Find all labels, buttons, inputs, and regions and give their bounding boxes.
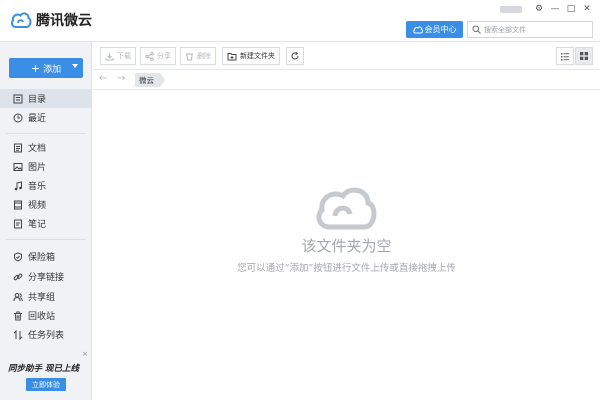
breadcrumb-root[interactable]: 微云	[135, 73, 165, 87]
video-icon	[14, 200, 22, 209]
share-button[interactable]: 分享	[140, 47, 176, 65]
list-view-icon	[561, 52, 569, 60]
add-button[interactable]: + 添加	[9, 58, 83, 78]
sidebar-item-music[interactable]: 音乐	[0, 176, 91, 195]
close-icon[interactable]: ✕	[580, 3, 594, 15]
sidebar-item-label: 音乐	[28, 182, 47, 192]
sidebar-item-directory[interactable]: 目录	[0, 89, 91, 108]
try-now-button[interactable]: 立即体验	[26, 378, 66, 391]
new-folder-icon	[227, 52, 237, 60]
sidebar-item-recent[interactable]: 最近	[0, 108, 91, 127]
sidebar-item-recycle-bin[interactable]: 回收站	[0, 306, 91, 325]
sidebar-item-video[interactable]: 视频	[0, 195, 91, 214]
delete-label: 删除	[197, 52, 211, 60]
title-bar: 腾讯微云 ⚙ — □ ✕ 会员中心	[0, 0, 600, 42]
share-icon	[145, 51, 154, 61]
music-icon	[14, 180, 22, 190]
sidebar-item-label: 笔记	[28, 220, 47, 230]
sidebar-item-images[interactable]: 图片	[0, 157, 91, 176]
empty-cloud-icon	[316, 187, 377, 230]
search-icon	[472, 25, 481, 34]
add-label: 添加	[43, 64, 62, 75]
refresh-button[interactable]	[286, 47, 304, 65]
sidebar-item-safe[interactable]: 保险箱	[0, 247, 91, 266]
refresh-icon	[291, 51, 299, 60]
vip-center-button[interactable]: 会员中心	[406, 21, 463, 38]
clock-icon	[13, 113, 23, 122]
new-folder-button[interactable]: 新建文件夹	[222, 47, 280, 65]
chevron-down-icon	[72, 64, 78, 68]
plus-icon: +	[30, 61, 41, 75]
toolbar: 下载 分享 删除 新建文件夹	[93, 42, 600, 70]
sidebar-item-label: 最近	[28, 114, 47, 124]
sidebar-item-label: 共享组	[28, 293, 56, 303]
download-button[interactable]: 下载	[100, 47, 136, 65]
app-name: 腾讯微云	[36, 13, 92, 29]
app-logo: 腾讯微云	[10, 10, 92, 30]
sidebar-item-task-list[interactable]: 任务列表	[0, 325, 91, 344]
download-icon	[105, 52, 114, 60]
document-icon	[14, 143, 22, 152]
grid-view-button[interactable]	[575, 47, 593, 65]
delete-button[interactable]: 删除	[180, 47, 216, 65]
download-label: 下载	[117, 52, 131, 60]
shield-icon	[14, 251, 22, 262]
grid-view-icon	[580, 52, 588, 60]
breadcrumb: ← → 微云	[93, 70, 600, 90]
sidebar-item-shared-groups[interactable]: 共享组	[0, 287, 91, 306]
sidebar-item-label: 视频	[28, 201, 47, 211]
delete-icon	[186, 53, 193, 60]
sidebar-item-label: 回收站	[28, 312, 56, 322]
sidebar-item-label: 文档	[28, 144, 47, 154]
share-label: 分享	[157, 52, 171, 60]
group-icon	[13, 292, 23, 301]
sidebar-item-documents[interactable]: 文档	[0, 138, 91, 157]
list-view-button[interactable]	[556, 47, 574, 65]
trash-icon	[14, 311, 22, 320]
sidebar-item-label: 目录	[28, 95, 47, 105]
back-arrow-icon[interactable]: ←	[99, 73, 107, 84]
promo-title: 同步助手 现已上线	[8, 364, 79, 374]
empty-title: 该文件夹为空	[301, 237, 392, 255]
sidebar-item-label: 图片	[28, 163, 47, 173]
vip-center-label: 会员中心	[424, 25, 457, 34]
gear-icon[interactable]: ⚙	[532, 3, 546, 15]
new-folder-label: 新建文件夹	[240, 52, 275, 60]
sync-assistant-promo: × 同步助手 现已上线 立即体验	[0, 350, 91, 400]
sidebar-item-label: 任务列表	[28, 331, 65, 341]
sidebar-divider	[6, 239, 86, 240]
maximize-icon[interactable]: □	[564, 3, 578, 15]
sidebar-item-label: 分享链接	[28, 273, 65, 283]
search-box[interactable]	[467, 21, 593, 38]
username-blurred[interactable]	[500, 5, 522, 13]
sidebar-item-notes[interactable]: 笔记	[0, 214, 91, 233]
window-controls: ⚙ — □ ✕	[500, 3, 594, 15]
minimize-icon[interactable]: —	[548, 3, 562, 15]
promo-close-icon[interactable]: ×	[82, 350, 88, 358]
sidebar-item-label: 保险箱	[28, 253, 56, 263]
image-icon	[13, 162, 23, 171]
empty-hint: 您可以通过“添加”按钮进行文件上传或直接拖拽上传	[237, 263, 456, 274]
link-icon	[13, 273, 23, 280]
transfer-icon	[13, 329, 23, 340]
note-icon	[14, 219, 22, 228]
search-input[interactable]	[484, 25, 589, 34]
forward-arrow-icon[interactable]: →	[117, 73, 125, 84]
directory-icon	[13, 94, 23, 103]
sidebar: + 添加 目录 最近 文档 图片 音乐 视频 笔记 保险箱 分享链接 共享组 回…	[0, 42, 92, 400]
sidebar-divider	[6, 133, 86, 134]
weiyun-cloud-icon	[11, 12, 32, 28]
vip-cloud-icon	[412, 26, 423, 33]
sidebar-item-share-links[interactable]: 分享链接	[0, 267, 91, 286]
